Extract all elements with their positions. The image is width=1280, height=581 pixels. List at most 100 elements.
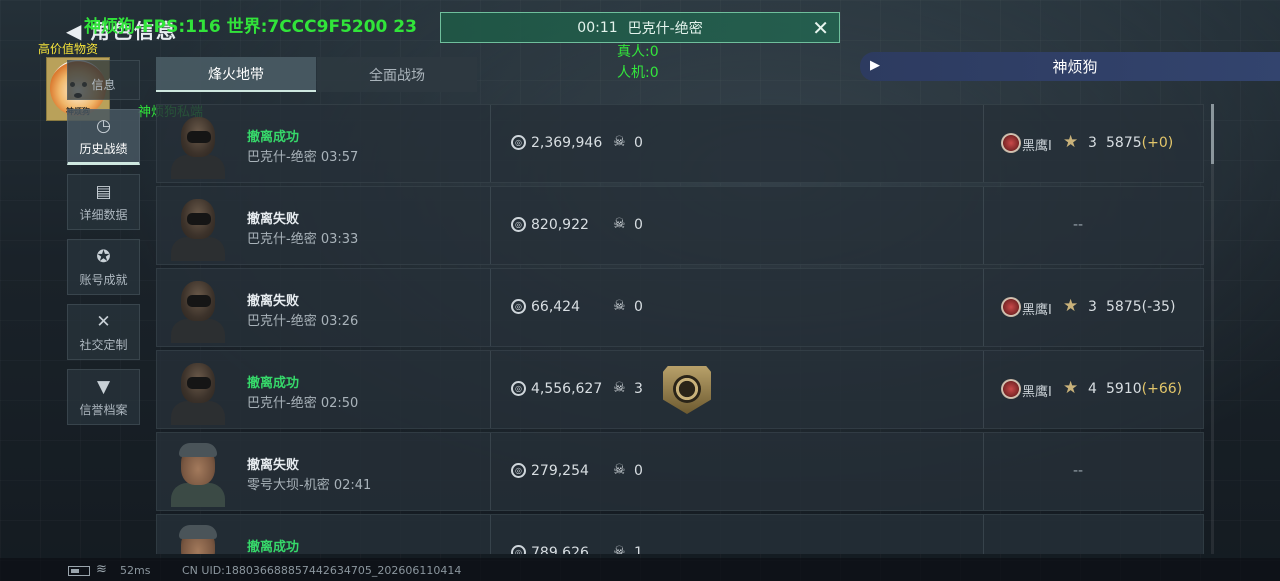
portrait-body (171, 319, 225, 343)
portrait-gear (187, 131, 211, 143)
close-icon[interactable]: ✕ (812, 16, 829, 40)
rank-score: 5875(+0) (1106, 135, 1173, 151)
coin-icon: ◎ (511, 299, 526, 314)
rank-score: 5875(-35) (1106, 299, 1175, 315)
column-divider (983, 515, 984, 554)
tab-full-battlefield[interactable]: 全面战场 (317, 57, 477, 92)
skull-icon: ☠ (613, 134, 626, 150)
sidebar-item-history[interactable]: ◷ 历史战绩 (67, 109, 140, 165)
sidebar-item-label: 历史战绩 (79, 141, 128, 156)
battery-icon (68, 566, 90, 576)
rank-icon (1001, 133, 1021, 153)
portrait-body (171, 155, 225, 179)
map-name: 零号大坝-机密 (247, 478, 330, 493)
sidebar-item-basic-info[interactable]: 信息 (67, 60, 140, 100)
match-duration: 03:57 (320, 150, 359, 165)
portrait-gear (187, 213, 211, 225)
operator-portrait (167, 273, 229, 343)
portrait-body (171, 483, 225, 507)
wifi-icon: ≋ (96, 562, 107, 577)
score-delta: (+0) (1141, 135, 1174, 151)
no-rank-placeholder: -- (1073, 463, 1084, 479)
map-name: 巴克什-绝密 (247, 314, 317, 329)
skull-icon: ☠ (613, 544, 626, 554)
extraction-result: 撤离成功 (247, 376, 300, 391)
sidebar-item-details[interactable]: ▤ 详细数据 (67, 174, 140, 230)
loot-value: 820,922 (531, 217, 589, 233)
scrollbar-thumb[interactable] (1211, 104, 1214, 164)
operator-portrait (167, 191, 229, 261)
map-and-time: 零号大坝-机密 02:41 (247, 474, 371, 493)
skull-icon: ☠ (613, 462, 626, 478)
ping-text: 52ms (120, 564, 151, 577)
achievement-badge-icon[interactable] (663, 366, 711, 414)
portrait-gear (187, 377, 211, 389)
loot-value: 789,626 (531, 545, 589, 554)
sidebar-item-achievements[interactable]: ✪ 账号成就 (67, 239, 140, 295)
rank-name: 黑鹰I (1022, 303, 1052, 318)
coin-icon: ◎ (511, 545, 526, 554)
bots-count: 人机:0 (617, 65, 659, 81)
loot-value: 2,369,946 (531, 135, 603, 151)
match-record-row[interactable]: 撤离失败 巴克什-绝密 03:26 ◎ 66,424 ☠ 0 黑鹰I ★ 3 5875(-35) (156, 268, 1204, 347)
sidebar-item-label: 社交定制 (79, 337, 128, 352)
sidebar-item-social[interactable]: ✕ 社交定制 (67, 304, 140, 360)
extraction-result: 撤离失败 (247, 294, 300, 309)
score-delta: (-35) (1141, 299, 1176, 315)
rank-name: 黑鹰I (1022, 139, 1052, 154)
column-divider (983, 105, 984, 182)
status-footer: ≋ 52ms CN UID:1880366888574426347​05_202… (0, 558, 1280, 581)
kill-count: 0 (634, 217, 643, 233)
star-count: 4 (1088, 381, 1097, 397)
match-record-row[interactable]: 撤离成功 巴克什-绝密 03:57 ◎ 2,369,946 ☠ 0 黑鹰I ★ 3 5875(+0… (156, 104, 1204, 183)
scrollbar[interactable] (1211, 104, 1214, 554)
rank-icon (1001, 379, 1021, 399)
portrait-body (171, 237, 225, 261)
match-duration: 02:50 (320, 396, 359, 411)
play-icon[interactable]: ▶ (870, 58, 880, 73)
kill-count: 3 (634, 381, 643, 397)
no-rank-placeholder: -- (1073, 217, 1084, 233)
loot-value: 279,254 (531, 463, 589, 479)
match-record-row[interactable]: 撤离成功 ◎ 789,626 ☠ 1 (156, 514, 1204, 554)
folder-icon: ▤ (95, 181, 112, 202)
portrait-gear (187, 295, 211, 307)
score-value: 5875 (1106, 135, 1142, 151)
coin-icon: ◎ (511, 463, 526, 478)
coin-icon: ◎ (511, 381, 526, 396)
skull-icon: ☠ (613, 380, 626, 396)
player-name-bar[interactable]: ▶ 神烦狗 (860, 52, 1280, 81)
match-duration: 02:41 (333, 478, 372, 493)
kill-count: 1 (634, 545, 643, 554)
operator-portrait (167, 519, 229, 554)
loot-value: 66,424 (531, 299, 580, 315)
star-count: 3 (1088, 299, 1097, 315)
tools-icon: ✕ (96, 311, 111, 332)
fps-overlay-text: 神烦狗-FPS:116 世界:7CCC9F5200 23 (84, 17, 417, 37)
extraction-result: 撤离成功 (247, 130, 300, 145)
kill-count: 0 (634, 135, 643, 151)
match-record-row[interactable]: 撤离成功 巴克什-绝密 02:50 ◎ 4,556,627 ☠ 3 黑鹰I ★ 4 5910(+6… (156, 350, 1204, 429)
medal-icon: ✪ (96, 246, 111, 267)
map-name: 巴克什-绝密 (247, 396, 317, 411)
sidebar-item-label: 详细数据 (79, 207, 128, 222)
operator-portrait (167, 437, 229, 507)
map-name: 巴克什-绝密 (247, 232, 317, 247)
match-record-row[interactable]: 撤离失败 巴克什-绝密 03:33 ◎ 820,922 ☠ 0 -- (156, 186, 1204, 265)
column-divider (490, 515, 491, 554)
kill-count: 0 (634, 463, 643, 479)
match-timer: 00:11 (577, 19, 618, 36)
valuable-items-label: 高价值物资 (38, 42, 99, 56)
portrait-gear (179, 525, 217, 539)
sidebar-item-label: 信息 (91, 78, 116, 92)
column-divider (490, 269, 491, 346)
column-divider (490, 433, 491, 510)
sidebar-item-reputation[interactable]: ▼ 信誉档案 (67, 369, 140, 425)
tab-hazard-zone[interactable]: 烽火地带 (156, 57, 316, 92)
player-name: 神烦狗 (1052, 58, 1098, 76)
match-record-row[interactable]: 撤离失败 零号大坝-机密 02:41 ◎ 279,254 ☠ 0 -- (156, 432, 1204, 511)
coin-icon: ◎ (511, 217, 526, 232)
column-divider (983, 433, 984, 510)
star-icon: ★ (1063, 378, 1079, 398)
column-divider (983, 187, 984, 264)
